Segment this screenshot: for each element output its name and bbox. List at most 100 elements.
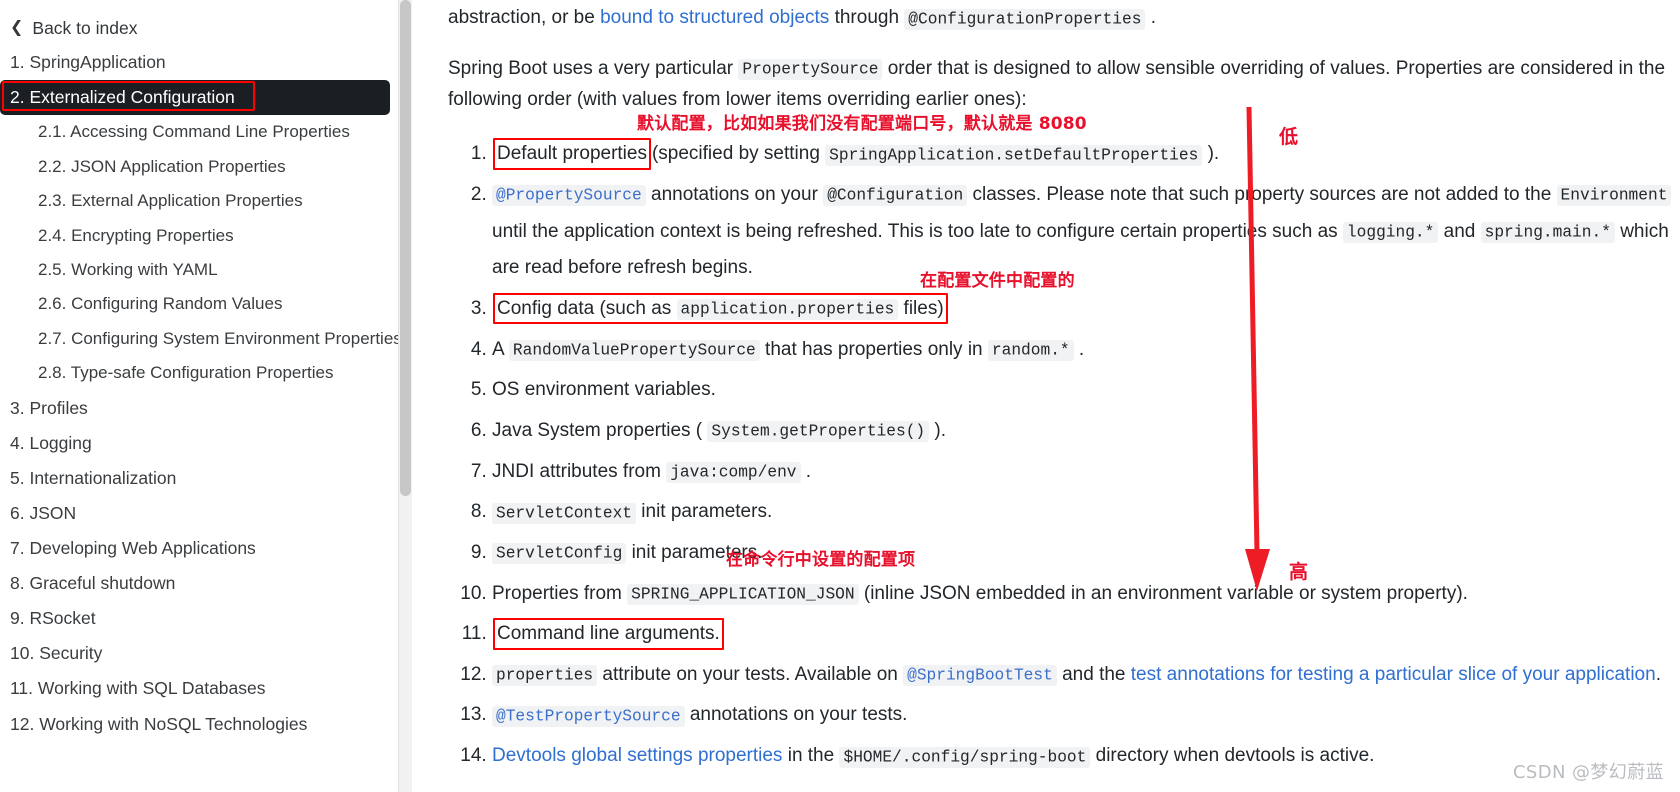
- inline-code: @TestPropertySource: [492, 705, 685, 727]
- text-fragment: .: [1655, 663, 1661, 685]
- inline-code: PropertySource: [738, 59, 883, 81]
- annotation-command-line: 在命令行中设置的配置项: [726, 550, 916, 570]
- sidebar-item-springapplication[interactable]: 1. SpringApplication: [0, 45, 412, 80]
- text-fragment: (inline JSON embedded in an environment …: [858, 582, 1468, 604]
- text-fragment: files): [898, 297, 944, 319]
- text-fragment: .: [1145, 7, 1156, 28]
- sidebar-item-label: 2.8. Type-safe Configuration Properties: [38, 363, 334, 383]
- text-fragment: Config data (such as: [497, 297, 677, 319]
- text-fragment: Java System properties (: [492, 419, 708, 441]
- sidebar-item-encrypting-properties[interactable]: 2.4. Encrypting Properties: [0, 219, 412, 253]
- inline-code: RandomValuePropertySource: [508, 340, 760, 362]
- list-item-command-line-arguments: Command line arguments.: [492, 615, 1680, 654]
- sidebar-item-graceful-shutdown[interactable]: 8. Graceful shutdown: [0, 566, 412, 601]
- sidebar-item-label: 2.6. Configuring Random Values: [38, 294, 283, 314]
- annotation-default-config: 默认配置，比如如果我们没有配置端口号，默认就是 8080: [637, 114, 1087, 134]
- inline-code: Environment: [1556, 185, 1672, 207]
- arrow-label-high: 高: [1289, 561, 1309, 583]
- sidebar-item-working-with-yaml[interactable]: 2.5. Working with YAML: [0, 253, 412, 287]
- text-fragment: attribute on your tests. Available on: [597, 663, 904, 685]
- sidebar-item-external-application-properties[interactable]: 2.3. External Application Properties: [0, 184, 412, 218]
- inline-code: application.properties: [676, 299, 899, 321]
- list-item-servletconfig-init-parameters: ServletConfig init parameters.: [492, 534, 1680, 573]
- bound-to-structured-objects-link[interactable]: bound to structured objects: [600, 7, 829, 28]
- list-item-config-data: Config data (such as application.propert…: [492, 290, 1680, 329]
- sidebar-item-label: 6. JSON: [10, 502, 77, 523]
- list-item-properties-attribute-on-tests: properties attribute on your tests. Avai…: [492, 656, 1680, 695]
- list-item-servletcontext-init-parameters: ServletContext init parameters.: [492, 493, 1680, 532]
- inline-code: random.*: [987, 340, 1074, 362]
- sidebar-item-security[interactable]: 10. Security: [0, 636, 412, 671]
- text-fragment: Spring Boot uses a very particular: [448, 57, 739, 79]
- paragraph-abstraction: abstraction, or be bound to structured o…: [448, 3, 1680, 34]
- inline-code: SpringApplication.setDefaultProperties: [825, 144, 1203, 166]
- sidebar-item-label: 11. Working with SQL Databases: [10, 678, 266, 699]
- sidebar-item-working-with-sql-databases[interactable]: 11. Working with SQL Databases: [0, 671, 412, 706]
- chevron-left-icon: ❮: [10, 18, 24, 36]
- inline-code: @ConfigurationProperties: [904, 8, 1146, 30]
- test-annotations-link[interactable]: test annotations for testing a particula…: [1131, 664, 1656, 685]
- sidebar-item-working-with-nosql-technologies[interactable]: 12. Working with NoSQL Technologies: [0, 707, 412, 742]
- sidebar-item-profiles[interactable]: 3. Profiles: [0, 391, 412, 426]
- sidebar-item-label: 10. Security: [10, 643, 103, 664]
- sidebar-scrollbar-track[interactable]: [399, 0, 412, 792]
- sidebar-item-configuring-random-values[interactable]: 2.6. Configuring Random Values: [0, 287, 412, 321]
- boxed-default-properties: Default properties: [493, 138, 651, 170]
- inline-code: ServletConfig: [492, 543, 627, 565]
- sidebar-item-externalized-configuration[interactable]: 2. Externalized Configuration: [0, 80, 390, 116]
- back-to-index-link[interactable]: ❮ Back to index: [0, 12, 412, 45]
- sidebar-item-logging[interactable]: 4. Logging: [0, 426, 412, 461]
- text-fragment: JNDI attributes from: [492, 460, 667, 482]
- list-item-jndi-attributes: JNDI attributes from java:comp/env .: [492, 453, 1680, 492]
- inline-code: $HOME/.config/spring-boot: [839, 746, 1091, 768]
- text-fragment: directory when devtools is active.: [1090, 745, 1375, 767]
- text-fragment: .: [1073, 338, 1085, 360]
- inline-code: SPRING_APPLICATION_JSON: [627, 584, 859, 606]
- text-fragment: ).: [1202, 143, 1220, 165]
- text-fragment: annotations on your tests.: [684, 704, 908, 726]
- sidebar-scrollbar-thumb[interactable]: [400, 0, 411, 496]
- text-fragment: (specified by setting: [651, 143, 826, 165]
- text-fragment: until the application context is being r…: [492, 220, 1343, 242]
- text-fragment: init parameters.: [636, 501, 773, 523]
- sidebar-item-accessing-command-line-properties[interactable]: 2.1. Accessing Command Line Properties: [0, 115, 412, 149]
- sidebar-item-label: 2.4. Encrypting Properties: [38, 225, 234, 245]
- property-source-order-list: Default properties(specified by setting …: [448, 135, 1680, 776]
- sidebar-item-configuring-system-environment-properties[interactable]: 2.7. Configuring System Environment Prop…: [0, 322, 412, 356]
- sidebar-item-type-safe-configuration-properties[interactable]: 2.8. Type-safe Configuration Properties: [0, 356, 412, 390]
- sidebar-item-json[interactable]: 6. JSON: [0, 496, 412, 531]
- text-fragment: Properties from: [492, 582, 628, 604]
- sidebar-item-developing-web-applications[interactable]: 7. Developing Web Applications: [0, 531, 412, 566]
- inline-code: @SpringBootTest: [903, 665, 1057, 687]
- list-item-randomvaluepropertysource: A RandomValuePropertySource that has pro…: [492, 331, 1680, 370]
- inline-code: properties: [492, 665, 598, 687]
- text-fragment: annotations on your: [645, 183, 824, 205]
- sidebar-item-internationalization[interactable]: 5. Internationalization: [0, 461, 412, 496]
- sidebar-divider: [398, 0, 399, 792]
- page-root: ❮ Back to index 1. SpringApplication 2. …: [0, 0, 1680, 792]
- devtools-global-settings-link[interactable]: Devtools global settings properties: [492, 745, 782, 766]
- inline-code: spring.main.*: [1480, 222, 1615, 244]
- text-fragment: that has properties only in: [759, 338, 988, 360]
- sidebar-navigation: ❮ Back to index 1. SpringApplication 2. …: [0, 0, 412, 792]
- sidebar-item-label: 2.1. Accessing Command Line Properties: [38, 122, 350, 142]
- sidebar-item-label: 1. SpringApplication: [10, 52, 166, 72]
- text-fragment: abstraction, or be: [448, 7, 601, 28]
- arrow-label-low: 低: [1279, 126, 1299, 148]
- inline-code: @PropertySource: [492, 185, 646, 207]
- inline-code: @Configuration: [823, 185, 968, 207]
- list-item-java-system-properties: Java System properties ( System.getPrope…: [492, 412, 1680, 451]
- sidebar-item-label: 2.2. JSON Application Properties: [38, 156, 286, 176]
- list-item-propertysource-annotations: @PropertySource annotations on your @Con…: [492, 176, 1680, 288]
- back-to-index-label: Back to index: [32, 18, 138, 38]
- csdn-watermark: CSDN @梦幻蔚蓝: [1512, 762, 1664, 783]
- list-item-default-properties: Default properties(specified by setting …: [492, 135, 1680, 174]
- text-fragment: in the: [782, 745, 840, 767]
- list-item-spring-application-json: Properties from SPRING_APPLICATION_JSON …: [492, 575, 1680, 614]
- inline-code: logging.*: [1342, 222, 1439, 244]
- sidebar-item-rsocket[interactable]: 9. RSocket: [0, 601, 412, 636]
- sidebar-item-json-application-properties[interactable]: 2.2. JSON Application Properties: [0, 150, 412, 184]
- inline-code: ServletContext: [492, 502, 636, 524]
- text-fragment: classes. Please note that such property …: [967, 183, 1557, 205]
- sidebar-item-label: 2.7. Configuring System Environment Prop…: [38, 328, 402, 348]
